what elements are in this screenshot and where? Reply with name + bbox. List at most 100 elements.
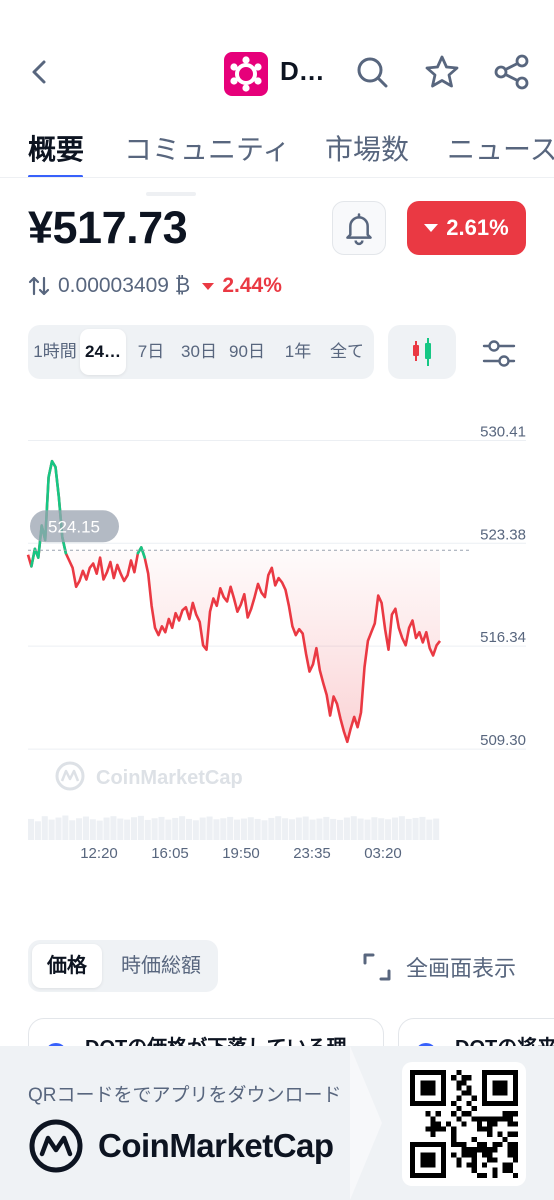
price-alert-button[interactable] <box>332 201 386 255</box>
volume-bar <box>82 816 89 840</box>
volume-bar <box>412 817 419 840</box>
banner-text: QRコードをでアプリをダウンロード <box>28 1085 342 1106</box>
btc-price: 0.00003409 ₿ <box>58 274 191 297</box>
range-1h[interactable]: 1時間 <box>30 325 80 379</box>
price-change-badge: 2.61% <box>407 201 526 255</box>
volume-bar <box>295 817 302 840</box>
volume-bar <box>185 818 192 840</box>
volume-bar <box>89 819 96 840</box>
price-line-below <box>26 459 442 744</box>
volume-bar <box>261 820 268 840</box>
volume-bar <box>110 816 117 840</box>
y-tick-label: 530.41 <box>480 424 526 441</box>
volume-bar <box>151 818 158 840</box>
volume-bar <box>48 819 55 840</box>
reference-price-tag: 524.15 <box>30 510 119 543</box>
volume-bar <box>391 817 398 840</box>
top-bar: D... <box>0 40 554 108</box>
volume-bar <box>302 816 309 840</box>
qr-code <box>402 1062 526 1186</box>
tab-overview[interactable]: 概要 <box>28 128 84 168</box>
coin-symbol: D... <box>280 56 325 86</box>
volume-bar <box>398 816 405 840</box>
volume-bar <box>268 817 275 840</box>
volume-bar <box>220 818 227 840</box>
volume-bar <box>288 819 295 840</box>
volume-bar <box>103 817 110 840</box>
range-7d[interactable]: 7日 <box>128 325 174 379</box>
volume-bar <box>28 818 35 840</box>
tab-bar: 概要 コミュニティ 市場数 ニュース <box>0 118 554 178</box>
volume-bar <box>137 815 144 840</box>
volume-bar <box>227 816 234 840</box>
swap-icon[interactable] <box>28 275 50 297</box>
banner-brand: CoinMarketCap <box>28 1118 334 1174</box>
volume-bar <box>343 817 350 840</box>
x-tick-label: 16:05 <box>151 845 189 862</box>
x-tick-label: 12:20 <box>80 845 118 862</box>
banner-brand-name: CoinMarketCap <box>98 1127 334 1164</box>
volume-bar <box>433 818 440 840</box>
caret-down-icon <box>424 224 439 232</box>
volume-bar <box>316 818 323 840</box>
star-icon[interactable] <box>422 52 462 92</box>
volume-bar <box>364 819 371 840</box>
volume-bar <box>55 817 62 840</box>
active-tab-indicator <box>28 175 83 177</box>
volume-bar <box>357 818 364 840</box>
chart-watermark: CoinMarketCap <box>96 767 243 789</box>
volume-bar <box>165 819 172 840</box>
volume-bar <box>144 819 151 840</box>
volume-bar <box>405 818 412 840</box>
volume-bar <box>199 817 206 840</box>
volume-bar <box>234 819 241 840</box>
volume-bar <box>158 816 165 840</box>
volume-bar <box>275 816 282 840</box>
y-tick-label: 523.38 <box>480 526 526 543</box>
chevron-left-icon[interactable] <box>22 54 58 90</box>
tab-community[interactable]: コミュニティ <box>124 128 290 168</box>
volume-bar <box>282 818 289 840</box>
volume-bar <box>419 816 426 840</box>
volume-bar <box>337 819 344 840</box>
current-price: ¥517.73 <box>28 202 188 253</box>
candlestick-toggle-button[interactable] <box>388 325 456 379</box>
x-tick-label: 19:50 <box>222 845 260 862</box>
x-tick-label: 03:20 <box>364 845 402 862</box>
volume-bar <box>330 818 337 840</box>
price-chart[interactable]: CoinMarketCap 524.15 530.41 523.38 516.34 5… <box>0 390 554 880</box>
toggle-market-cap[interactable]: 時価総額 <box>108 944 214 988</box>
volume-bar <box>96 820 103 840</box>
volume-bar <box>62 815 69 840</box>
volume-bar <box>76 818 83 840</box>
tab-news[interactable]: ニュース <box>447 128 554 168</box>
app-download-banner[interactable]: QRコードをでアプリをダウンロード CoinMarketCap <box>0 1046 554 1200</box>
volume-bar <box>240 818 247 840</box>
toggle-price[interactable]: 価格 <box>32 944 102 988</box>
range-90d[interactable]: 90日 <box>224 325 270 379</box>
btc-change: 2.44% <box>222 274 282 297</box>
volume-bar <box>213 819 220 840</box>
y-tick-label: 516.34 <box>480 629 526 646</box>
chart-settings-icon[interactable] <box>480 334 518 372</box>
y-tick-label: 509.30 <box>480 732 526 749</box>
btc-price-row: 0.00003409 ₿ 2.44% <box>28 272 282 300</box>
price-change-value: 2.61% <box>446 215 509 240</box>
search-icon[interactable] <box>352 52 392 92</box>
volume-bar <box>247 817 254 840</box>
share-icon[interactable] <box>492 52 532 92</box>
coinmarketcap-watermark-icon <box>60 769 80 782</box>
polkadot-icon <box>230 56 262 92</box>
coin-logo <box>224 52 268 96</box>
range-30d[interactable]: 30日 <box>176 325 222 379</box>
range-24h[interactable]: 24… <box>80 329 126 375</box>
volume-bar <box>69 820 76 840</box>
fullscreen-button[interactable]: 全画面表示 <box>362 950 516 984</box>
volume-bar <box>192 820 199 840</box>
range-1y[interactable]: 1年 <box>276 325 320 379</box>
qr-code-image <box>410 1070 518 1178</box>
volume-bar <box>131 817 138 840</box>
range-all[interactable]: 全て <box>324 325 370 379</box>
reference-price-label: 524.15 <box>48 517 100 536</box>
tab-markets[interactable]: 市場数 <box>325 128 409 168</box>
